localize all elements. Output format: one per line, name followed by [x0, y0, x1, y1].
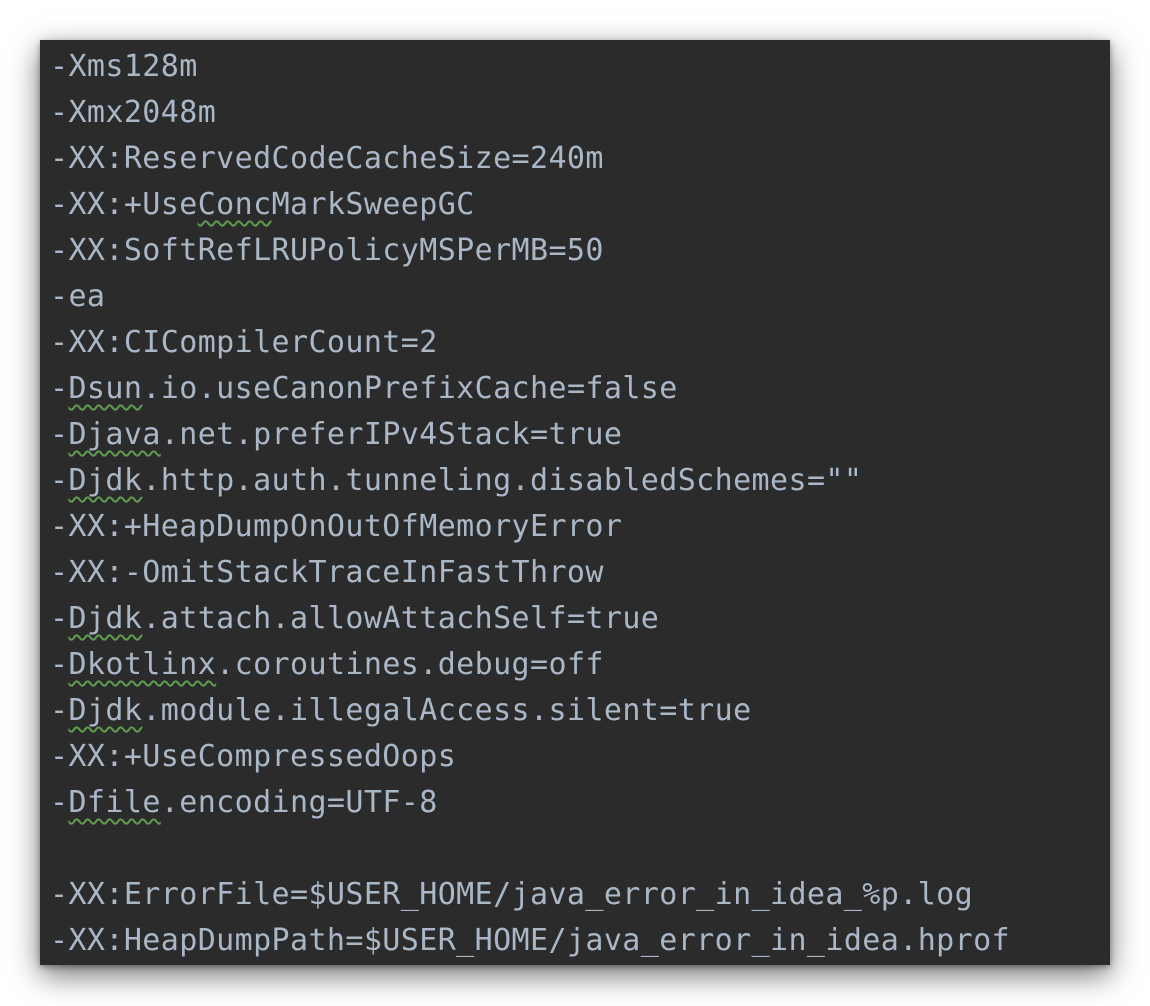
- code-line: -XX:ErrorFile=$USER_HOME/java_error_in_i…: [50, 872, 1110, 918]
- editor-window: -Xms128m -Xmx2048m -XX:ReservedCodeCacheSi…: [40, 40, 1110, 965]
- code-token: .module.illegalAccess.silent=true: [142, 693, 752, 728]
- code-token: .io.useCanonPrefixCache=false: [142, 371, 678, 406]
- code-token: -: [50, 693, 69, 728]
- code-token: -: [50, 417, 69, 452]
- code-editor[interactable]: -Xms128m -Xmx2048m -XX:ReservedCodeCacheSi…: [50, 44, 1110, 965]
- typo-highlighted-token: Djdk: [68, 463, 143, 498]
- code-token: -XX:HeapDumpPath=$USER_HOME/java_error_i…: [50, 923, 1010, 958]
- code-token: -XX:ReservedCodeCacheSize=240m: [50, 141, 604, 176]
- code-token: -ea: [50, 279, 106, 314]
- code-line: -Xmx2048m: [50, 90, 1110, 136]
- code-line: -XX:+UseConcMarkSweepGC: [50, 182, 1110, 228]
- code-token: -: [50, 463, 69, 498]
- code-line: -Djdk.http.auth.tunneling.disabledScheme…: [50, 458, 1110, 504]
- code-line: -XX:HeapDumpPath=$USER_HOME/java_error_i…: [50, 918, 1110, 964]
- code-line: -ea: [50, 274, 1110, 320]
- typo-highlighted-token: Conc: [197, 187, 272, 222]
- code-token: -XX:ErrorFile=$USER_HOME/java_error_in_i…: [50, 877, 974, 912]
- code-line: -Xms128m: [50, 44, 1110, 90]
- code-line: -Djdk.module.illegalAccess.silent=true: [50, 688, 1110, 734]
- typo-highlighted-token: Djdk: [68, 601, 143, 636]
- code-token: -Xms128m: [50, 49, 198, 84]
- code-token: -XX:-OmitStackTraceInFastThrow: [50, 555, 604, 590]
- code-token: -XX:SoftRefLRUPolicyMSPerMB=50: [50, 233, 604, 268]
- code-token: MarkSweepGC: [271, 187, 475, 222]
- code-token: -Xmx2048m: [50, 95, 217, 130]
- code-token: .encoding=UTF-8: [160, 785, 438, 820]
- code-line: -Dkotlinx.coroutines.debug=off: [50, 642, 1110, 688]
- code-line: -Djava.net.preferIPv4Stack=true: [50, 412, 1110, 458]
- code-line: -XX:SoftRefLRUPolicyMSPerMB=50: [50, 228, 1110, 274]
- typo-highlighted-token: Dkotlinx: [68, 647, 217, 682]
- code-token: .coroutines.debug=off: [216, 647, 604, 682]
- code-token: -XX:+HeapDumpOnOutOfMemoryError: [50, 509, 623, 544]
- typo-highlighted-token: Djdk: [68, 693, 143, 728]
- code-token: -: [50, 601, 69, 636]
- code-line: -XX:ReservedCodeCacheSize=240m: [50, 136, 1110, 182]
- code-line: -XX:+HeapDumpOnOutOfMemoryError: [50, 504, 1110, 550]
- code-line: -XX:CICompilerCount=2: [50, 320, 1110, 366]
- code-token: .net.preferIPv4Stack=true: [160, 417, 623, 452]
- code-token: -XX:CICompilerCount=2: [50, 325, 438, 360]
- typo-highlighted-token: Dfile: [68, 785, 161, 820]
- code-token: -: [50, 371, 69, 406]
- code-token: -: [50, 785, 69, 820]
- typo-highlighted-token: Dsun: [68, 371, 143, 406]
- code-line: -Dsun.io.useCanonPrefixCache=false: [50, 366, 1110, 412]
- code-line: -Dfile.encoding=UTF-8: [50, 780, 1110, 826]
- code-token: .attach.allowAttachSelf=true: [142, 601, 660, 636]
- code-line: -XX:+UseCompressedOops: [50, 734, 1110, 780]
- code-line: -Djdk.attach.allowAttachSelf=true: [50, 596, 1110, 642]
- code-token: -XX:+UseCompressedOops: [50, 739, 457, 774]
- code-token: .http.auth.tunneling.disabledSchemes="": [142, 463, 863, 498]
- code-line: -XX:-OmitStackTraceInFastThrow: [50, 550, 1110, 596]
- typo-highlighted-token: Djava: [68, 417, 161, 452]
- code-token: -XX:+Use: [50, 187, 198, 222]
- code-token: -: [50, 647, 69, 682]
